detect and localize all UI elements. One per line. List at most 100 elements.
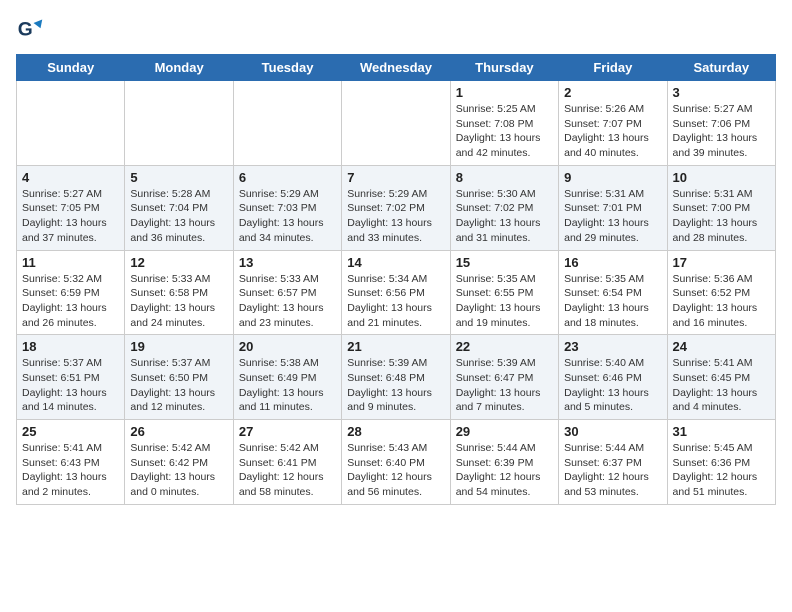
dow-thursday: Thursday <box>450 55 558 81</box>
day-info: Sunrise: 5:28 AM Sunset: 7:04 PM Dayligh… <box>130 187 227 246</box>
day-number: 4 <box>22 170 119 185</box>
calendar-cell: 4 Sunrise: 5:27 AM Sunset: 7:05 PM Daylig… <box>17 165 125 250</box>
day-info: Sunrise: 5:26 AM Sunset: 7:07 PM Dayligh… <box>564 102 661 161</box>
calendar-cell: 10Sunrise: 5:31 AM Sunset: 7:00 PM Dayli… <box>667 165 775 250</box>
day-number: 28 <box>347 424 444 439</box>
day-info: Sunrise: 5:30 AM Sunset: 7:02 PM Dayligh… <box>456 187 553 246</box>
day-info: Sunrise: 5:25 AM Sunset: 7:08 PM Dayligh… <box>456 102 553 161</box>
day-info: Sunrise: 5:27 AM Sunset: 7:06 PM Dayligh… <box>673 102 770 161</box>
calendar-cell: 8 Sunrise: 5:30 AM Sunset: 7:02 PM Daylig… <box>450 165 558 250</box>
calendar-cell: 18Sunrise: 5:37 AM Sunset: 6:51 PM Dayli… <box>17 335 125 420</box>
dow-saturday: Saturday <box>667 55 775 81</box>
calendar-cell <box>17 81 125 166</box>
day-number: 6 <box>239 170 336 185</box>
dow-monday: Monday <box>125 55 233 81</box>
day-number: 16 <box>564 255 661 270</box>
day-number: 12 <box>130 255 227 270</box>
day-number: 23 <box>564 339 661 354</box>
day-number: 21 <box>347 339 444 354</box>
day-number: 17 <box>673 255 770 270</box>
calendar-cell: 31Sunrise: 5:45 AM Sunset: 6:36 PM Dayli… <box>667 420 775 505</box>
week-row-1: 1 Sunrise: 5:25 AM Sunset: 7:08 PM Daylig… <box>17 81 776 166</box>
day-info: Sunrise: 5:39 AM Sunset: 6:47 PM Dayligh… <box>456 356 553 415</box>
day-info: Sunrise: 5:29 AM Sunset: 7:03 PM Dayligh… <box>239 187 336 246</box>
calendar-cell <box>342 81 450 166</box>
day-info: Sunrise: 5:39 AM Sunset: 6:48 PM Dayligh… <box>347 356 444 415</box>
calendar-cell: 6 Sunrise: 5:29 AM Sunset: 7:03 PM Daylig… <box>233 165 341 250</box>
day-info: Sunrise: 5:33 AM Sunset: 6:57 PM Dayligh… <box>239 272 336 331</box>
day-info: Sunrise: 5:44 AM Sunset: 6:39 PM Dayligh… <box>456 441 553 500</box>
day-number: 20 <box>239 339 336 354</box>
day-info: Sunrise: 5:45 AM Sunset: 6:36 PM Dayligh… <box>673 441 770 500</box>
day-info: Sunrise: 5:31 AM Sunset: 7:01 PM Dayligh… <box>564 187 661 246</box>
calendar-table: SundayMondayTuesdayWednesdayThursdayFrid… <box>16 54 776 505</box>
day-info: Sunrise: 5:43 AM Sunset: 6:40 PM Dayligh… <box>347 441 444 500</box>
day-info: Sunrise: 5:41 AM Sunset: 6:45 PM Dayligh… <box>673 356 770 415</box>
day-number: 25 <box>22 424 119 439</box>
calendar-body: 1 Sunrise: 5:25 AM Sunset: 7:08 PM Daylig… <box>17 81 776 505</box>
day-info: Sunrise: 5:29 AM Sunset: 7:02 PM Dayligh… <box>347 187 444 246</box>
svg-text:G: G <box>18 19 33 40</box>
day-info: Sunrise: 5:32 AM Sunset: 6:59 PM Dayligh… <box>22 272 119 331</box>
calendar-cell: 30Sunrise: 5:44 AM Sunset: 6:37 PM Dayli… <box>559 420 667 505</box>
day-number: 15 <box>456 255 553 270</box>
day-info: Sunrise: 5:31 AM Sunset: 7:00 PM Dayligh… <box>673 187 770 246</box>
week-row-2: 4 Sunrise: 5:27 AM Sunset: 7:05 PM Daylig… <box>17 165 776 250</box>
calendar-cell: 1 Sunrise: 5:25 AM Sunset: 7:08 PM Daylig… <box>450 81 558 166</box>
day-number: 19 <box>130 339 227 354</box>
day-info: Sunrise: 5:42 AM Sunset: 6:41 PM Dayligh… <box>239 441 336 500</box>
calendar-cell: 23 Sunrise: 5:40 AM Sunset: 6:46 PM Dayli… <box>559 335 667 420</box>
week-row-5: 25 Sunrise: 5:41 AM Sunset: 6:43 PM Dayli… <box>17 420 776 505</box>
day-info: Sunrise: 5:34 AM Sunset: 6:56 PM Dayligh… <box>347 272 444 331</box>
day-number: 13 <box>239 255 336 270</box>
day-info: Sunrise: 5:38 AM Sunset: 6:49 PM Dayligh… <box>239 356 336 415</box>
calendar-cell: 26 Sunrise: 5:42 AM Sunset: 6:42 PM Dayli… <box>125 420 233 505</box>
day-info: Sunrise: 5:37 AM Sunset: 6:50 PM Dayligh… <box>130 356 227 415</box>
calendar-cell <box>125 81 233 166</box>
day-number: 1 <box>456 85 553 100</box>
calendar-cell: 17 Sunrise: 5:36 AM Sunset: 6:52 PM Dayli… <box>667 250 775 335</box>
calendar-cell: 25 Sunrise: 5:41 AM Sunset: 6:43 PM Dayli… <box>17 420 125 505</box>
day-number: 22 <box>456 339 553 354</box>
calendar-cell: 12 Sunrise: 5:33 AM Sunset: 6:58 PM Dayli… <box>125 250 233 335</box>
day-info: Sunrise: 5:42 AM Sunset: 6:42 PM Dayligh… <box>130 441 227 500</box>
dow-sunday: Sunday <box>17 55 125 81</box>
calendar-cell: 29 Sunrise: 5:44 AM Sunset: 6:39 PM Dayli… <box>450 420 558 505</box>
calendar-cell: 24 Sunrise: 5:41 AM Sunset: 6:45 PM Dayli… <box>667 335 775 420</box>
calendar-cell <box>233 81 341 166</box>
calendar-cell: 11Sunrise: 5:32 AM Sunset: 6:59 PM Dayli… <box>17 250 125 335</box>
calendar-cell: 28 Sunrise: 5:43 AM Sunset: 6:40 PM Dayli… <box>342 420 450 505</box>
dow-friday: Friday <box>559 55 667 81</box>
dow-wednesday: Wednesday <box>342 55 450 81</box>
day-of-week-header: SundayMondayTuesdayWednesdayThursdayFrid… <box>17 55 776 81</box>
week-row-3: 11Sunrise: 5:32 AM Sunset: 6:59 PM Dayli… <box>17 250 776 335</box>
calendar-cell: 22 Sunrise: 5:39 AM Sunset: 6:47 PM Dayli… <box>450 335 558 420</box>
calendar-cell: 21 Sunrise: 5:39 AM Sunset: 6:48 PM Dayli… <box>342 335 450 420</box>
day-info: Sunrise: 5:41 AM Sunset: 6:43 PM Dayligh… <box>22 441 119 500</box>
week-row-4: 18Sunrise: 5:37 AM Sunset: 6:51 PM Dayli… <box>17 335 776 420</box>
calendar-cell: 7Sunrise: 5:29 AM Sunset: 7:02 PM Daylig… <box>342 165 450 250</box>
day-number: 26 <box>130 424 227 439</box>
day-info: Sunrise: 5:33 AM Sunset: 6:58 PM Dayligh… <box>130 272 227 331</box>
calendar-cell: 16 Sunrise: 5:35 AM Sunset: 6:54 PM Dayli… <box>559 250 667 335</box>
day-info: Sunrise: 5:27 AM Sunset: 7:05 PM Dayligh… <box>22 187 119 246</box>
day-number: 8 <box>456 170 553 185</box>
day-info: Sunrise: 5:40 AM Sunset: 6:46 PM Dayligh… <box>564 356 661 415</box>
day-number: 14 <box>347 255 444 270</box>
day-number: 24 <box>673 339 770 354</box>
calendar-cell: 9Sunrise: 5:31 AM Sunset: 7:01 PM Daylig… <box>559 165 667 250</box>
calendar-cell: 5 Sunrise: 5:28 AM Sunset: 7:04 PM Daylig… <box>125 165 233 250</box>
day-info: Sunrise: 5:36 AM Sunset: 6:52 PM Dayligh… <box>673 272 770 331</box>
logo: G <box>16 16 48 44</box>
dow-tuesday: Tuesday <box>233 55 341 81</box>
calendar-cell: 20 Sunrise: 5:38 AM Sunset: 6:49 PM Dayli… <box>233 335 341 420</box>
day-info: Sunrise: 5:35 AM Sunset: 6:55 PM Dayligh… <box>456 272 553 331</box>
calendar-cell: 2Sunrise: 5:26 AM Sunset: 7:07 PM Daylig… <box>559 81 667 166</box>
day-info: Sunrise: 5:44 AM Sunset: 6:37 PM Dayligh… <box>564 441 661 500</box>
day-number: 29 <box>456 424 553 439</box>
day-number: 5 <box>130 170 227 185</box>
day-number: 3 <box>673 85 770 100</box>
day-info: Sunrise: 5:35 AM Sunset: 6:54 PM Dayligh… <box>564 272 661 331</box>
calendar-cell: 3 Sunrise: 5:27 AM Sunset: 7:06 PM Daylig… <box>667 81 775 166</box>
page-header: G <box>16 16 776 44</box>
